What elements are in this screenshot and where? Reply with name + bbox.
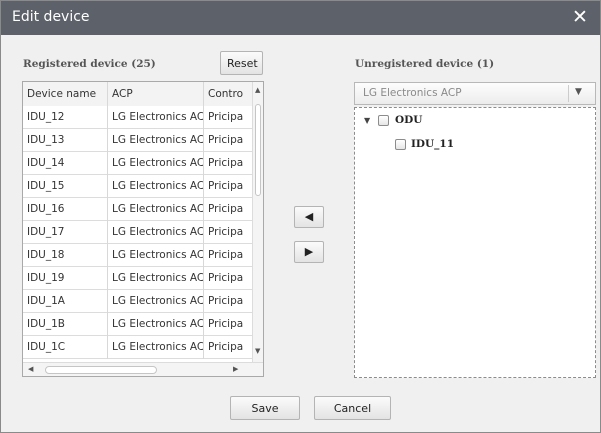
cell-control: Pricipa [204,244,253,267]
cell-acp: LG Electronics ACP [108,129,204,152]
cell-control: Pricipa [204,313,253,336]
arrow-left-icon: ◀ [304,210,314,223]
tree-node-checkbox-idu-11[interactable] [395,139,406,150]
horizontal-scroll-thumb[interactable] [45,366,157,374]
close-icon[interactable]: ✕ [569,6,591,28]
cell-control: Pricipa [204,106,253,129]
cell-acp: LG Electronics ACP [108,244,204,267]
move-right-button[interactable]: ▶ [294,241,324,263]
chevron-down-icon[interactable]: ▼ [575,87,582,97]
cell-device-name: IDU_17 [23,221,108,244]
cell-control: Pricipa [204,336,253,359]
cell-device-name: IDU_1A [23,290,108,313]
scroll-down-icon[interactable]: ▼ [255,347,260,355]
acp-select-value: LG Electronics ACP [363,87,462,99]
cell-acp: LG Electronics ACP [108,198,204,221]
dialog-title: Edit device [12,9,90,25]
cell-device-name: IDU_19 [23,267,108,290]
scroll-right-icon[interactable]: ▶ [233,365,238,373]
cell-device-name: IDU_14 [23,152,108,175]
table-row[interactable]: IDU_12 LG Electronics ACP Pricipa [23,106,253,129]
cell-acp: LG Electronics ACP [108,152,204,175]
cell-acp: LG Electronics ACP [108,336,204,359]
scroll-left-icon[interactable]: ◀ [28,365,33,373]
column-header-acp[interactable]: ACP [108,82,204,106]
scroll-up-icon[interactable]: ▲ [255,86,260,94]
vertical-scrollbar[interactable]: ▲ ▼ [252,82,263,362]
table-row[interactable]: IDU_13 LG Electronics ACP Pricipa [23,129,253,152]
cancel-button[interactable]: Cancel [314,396,391,420]
cell-acp: LG Electronics ACP [108,290,204,313]
table-row[interactable]: IDU_16 LG Electronics ACP Pricipa [23,198,253,221]
arrow-right-icon: ▶ [304,245,314,258]
expand-triangle-icon[interactable]: ▼ [364,116,370,125]
cell-control: Pricipa [204,221,253,244]
table-row[interactable]: IDU_15 LG Electronics ACP Pricipa [23,175,253,198]
cell-control: Pricipa [204,152,253,175]
table-row[interactable]: IDU_14 LG Electronics ACP Pricipa [23,152,253,175]
reset-button[interactable]: Reset [220,51,263,75]
cell-control: Pricipa [204,267,253,290]
edit-device-dialog: Edit device ✕ Registered device (25) Res… [0,0,601,433]
registered-device-label: Registered device (25) [23,58,156,70]
cell-device-name: IDU_1B [23,313,108,336]
column-header-device-name[interactable]: Device name [23,82,108,106]
table-row[interactable]: IDU_1C LG Electronics ACP Pricipa [23,336,253,359]
cell-device-name: IDU_18 [23,244,108,267]
cell-control: Pricipa [204,290,253,313]
cell-acp: LG Electronics ACP [108,175,204,198]
cell-device-name: IDU_12 [23,106,108,129]
vertical-scroll-thumb[interactable] [255,104,261,196]
horizontal-scrollbar[interactable]: ◀ ▶ [23,362,263,376]
cell-control: Pricipa [204,175,253,198]
cell-device-name: IDU_15 [23,175,108,198]
table-row[interactable]: IDU_17 LG Electronics ACP Pricipa [23,221,253,244]
cell-control: Pricipa [204,129,253,152]
tree-node-checkbox-odu[interactable] [378,115,389,126]
table-row[interactable]: IDU_1A LG Electronics ACP Pricipa [23,290,253,313]
cell-device-name: IDU_1C [23,336,108,359]
column-header-control[interactable]: Contro [204,82,253,106]
tree-node-label-idu-11[interactable]: IDU_11 [411,138,454,150]
acp-select[interactable]: LG Electronics ACP ▼ [354,82,596,105]
registered-device-grid: Device name ACP Contro IDU_12 LG Electron… [22,81,264,377]
move-left-button[interactable]: ◀ [294,206,324,228]
cell-acp: LG Electronics ACP [108,221,204,244]
cell-acp: LG Electronics ACP [108,267,204,290]
cell-device-name: IDU_16 [23,198,108,221]
cell-acp: LG Electronics ACP [108,106,204,129]
unregistered-device-label: Unregistered device (1) [355,58,495,70]
table-row[interactable]: IDU_19 LG Electronics ACP Pricipa [23,267,253,290]
tree-node-label-odu[interactable]: ODU [395,114,422,126]
table-row[interactable]: IDU_18 LG Electronics ACP Pricipa [23,244,253,267]
title-bar: Edit device ✕ [1,1,600,35]
cell-device-name: IDU_13 [23,129,108,152]
table-row[interactable]: IDU_1B LG Electronics ACP Pricipa [23,313,253,336]
grid-header: Device name ACP Contro [23,82,253,107]
cell-acp: LG Electronics ACP [108,313,204,336]
select-divider [568,85,569,102]
unregistered-device-tree: ▼ ODU IDU_11 [354,107,596,378]
cell-control: Pricipa [204,198,253,221]
save-button[interactable]: Save [230,396,300,420]
